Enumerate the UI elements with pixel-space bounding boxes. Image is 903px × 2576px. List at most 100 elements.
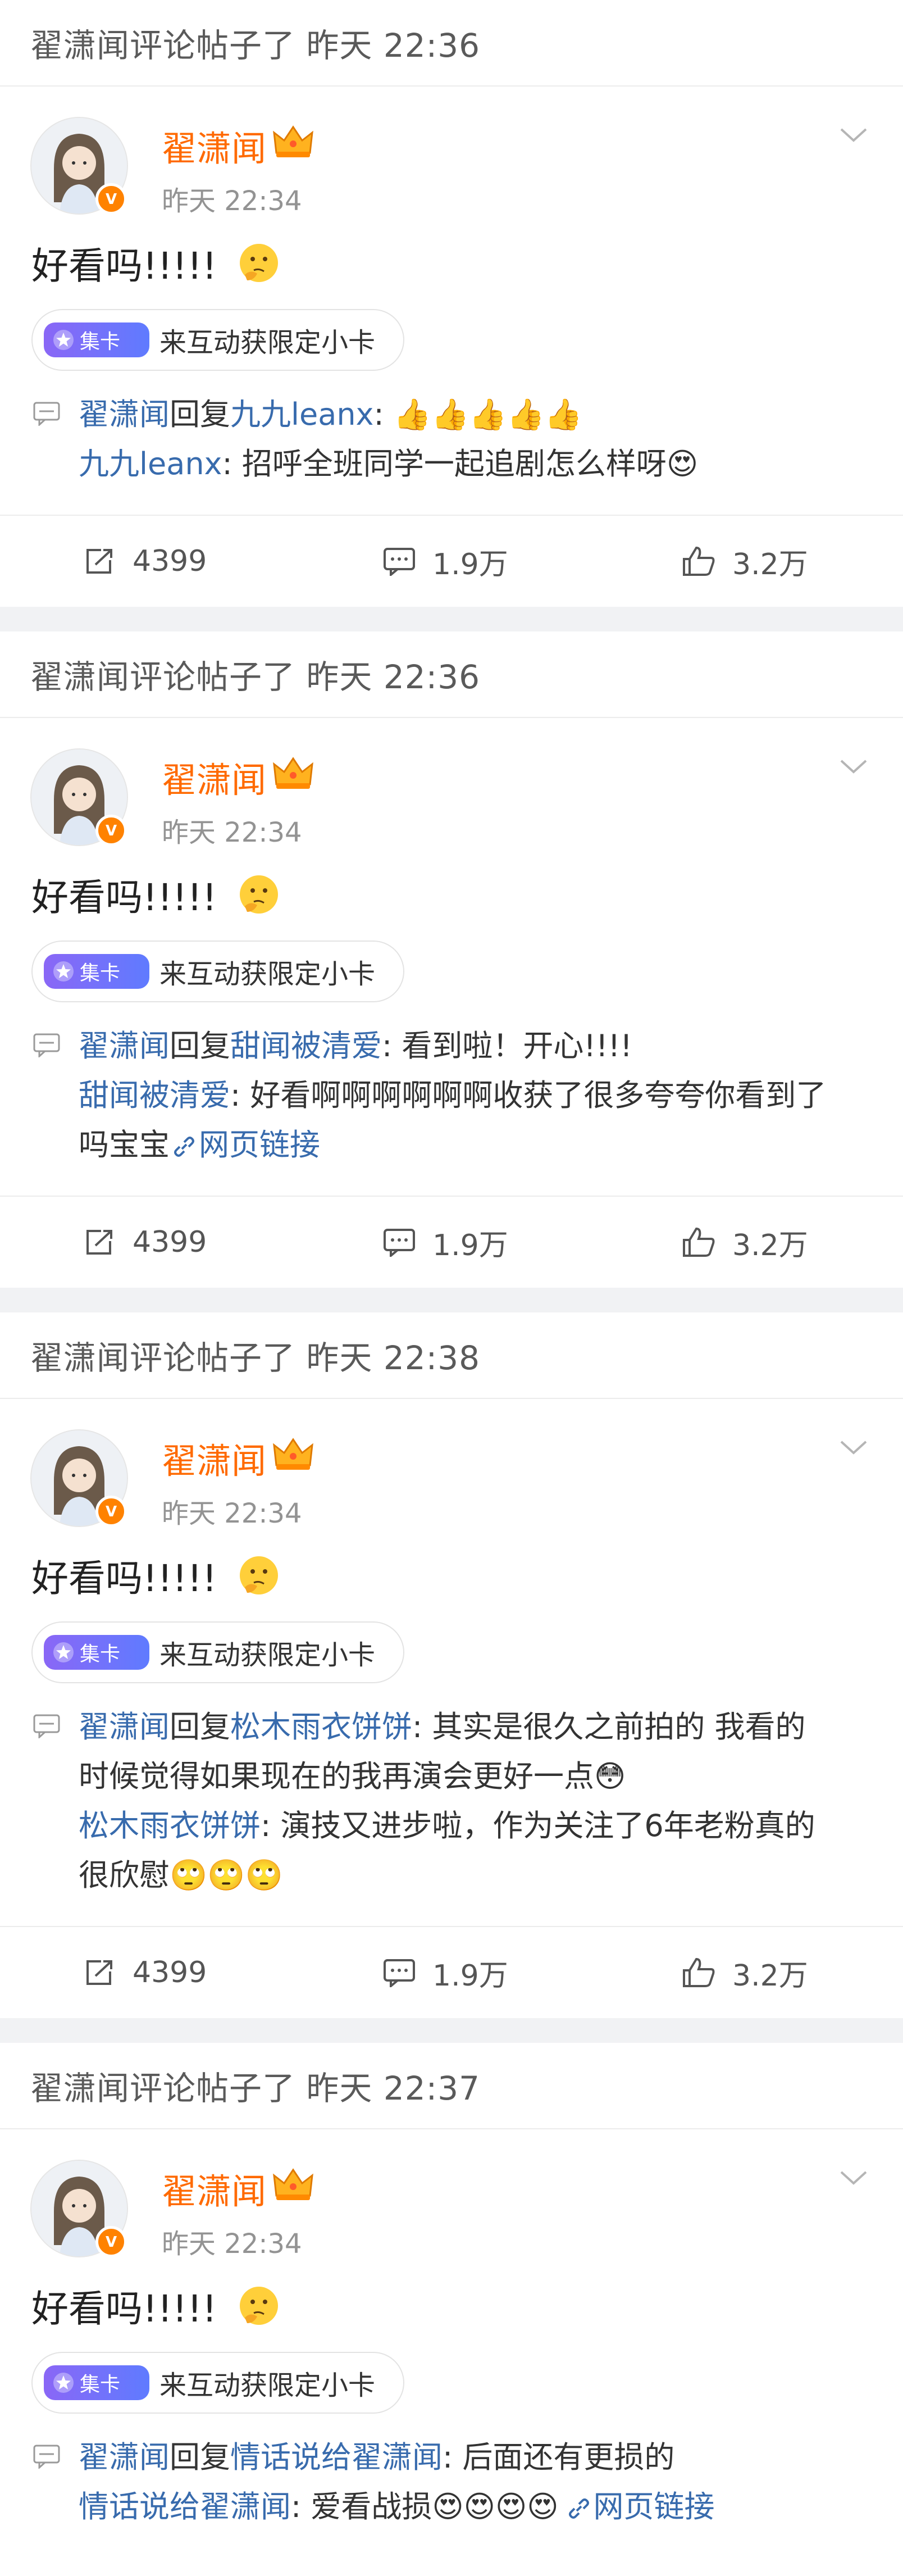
crown-icon	[273, 757, 313, 789]
action-bar: 4399 1.9万 3.2万	[0, 1926, 903, 2018]
repost-button[interactable]: 4399	[84, 1927, 207, 2018]
thumbs-up-icon	[683, 1227, 715, 1257]
original-comment-line-2: 很欣慰🙄🙄🙄	[79, 1851, 881, 1900]
comment-button[interactable]: 1.9万	[383, 1927, 508, 2018]
comment-icon	[384, 1959, 415, 1987]
original-content: : 好看啊啊啊啊啊啊收获了很多夸夸你看到了	[230, 1078, 827, 1113]
action-bar: 4399 1.9万 3.2万	[0, 1196, 903, 1288]
post-time: 昨天 22:34	[162, 185, 302, 217]
original-content: : 招呼全班同学一起追剧怎么样呀😍	[222, 446, 699, 481]
chevron-down-icon[interactable]	[837, 755, 870, 778]
comment-bubble-icon	[33, 402, 60, 426]
user-name[interactable]: 翟潇闻	[162, 120, 266, 171]
post-text-content: 好看吗!!!!!	[31, 876, 217, 919]
like-count: 3.2万	[732, 547, 808, 581]
collect-card-badge: 集卡	[44, 1635, 149, 1670]
original-content-extra: 很欣慰🙄🙄🙄	[79, 1857, 283, 1893]
chip-label: 来互动获限定小卡	[159, 1639, 376, 1671]
post-text: 好看吗!!!!!	[0, 861, 903, 928]
reply-user-link[interactable]: 翟潇闻	[79, 397, 170, 432]
thinking-emoji-icon	[240, 1556, 279, 1594]
post-time: 昨天 22:34	[162, 1498, 302, 1529]
chip-badge-label: 集卡	[80, 330, 121, 353]
reply-target-link[interactable]: 九九leanx	[230, 397, 374, 432]
repost-button[interactable]: 4399	[84, 516, 207, 607]
repost-count: 4399	[133, 544, 207, 578]
web-link[interactable]: 网页链接	[559, 2489, 715, 2524]
original-comment-line: 松木雨衣饼饼: 演技又进步啦，作为关注了6年老粉真的	[79, 1801, 881, 1851]
collect-card-chip[interactable]: 集卡 来互动获限定小卡	[31, 2352, 404, 2414]
user-row: V 翟潇闻 昨天 22:34	[0, 748, 903, 861]
repost-count: 4399	[133, 1225, 207, 1259]
divider	[0, 85, 903, 87]
reply-content: : 其实是很久之前拍的 我看的	[412, 1709, 806, 1744]
comment-card: 翟潇闻评论帖子了 昨天 22:36 V 翟潇闻 昨天 22:34 好看吗!!!!…	[0, 631, 903, 1288]
chevron-down-icon[interactable]	[837, 124, 870, 146]
reply-user-link[interactable]: 翟潇闻	[79, 2439, 170, 2475]
repost-icon	[86, 1960, 112, 1985]
chip-badge-label: 集卡	[80, 962, 121, 985]
repost-button[interactable]: 4399	[84, 1197, 207, 1288]
original-comment-line: 甜闻被清爱: 好看啊啊啊啊啊啊收获了很多夸夸你看到了	[79, 1071, 881, 1120]
reply-target-link[interactable]: 甜闻被清爱	[230, 1028, 382, 1064]
user-name[interactable]: 翟潇闻	[162, 1433, 266, 1483]
divider	[0, 1398, 903, 1399]
collect-card-chip[interactable]: 集卡 来互动获限定小卡	[31, 1621, 404, 1683]
repost-icon	[86, 549, 112, 574]
user-row: V 翟潇闻 昨天 22:34	[0, 117, 903, 229]
feed-separator	[0, 1288, 903, 1312]
verified-badge-icon: V	[95, 183, 127, 215]
chip-label: 来互动获限定小卡	[159, 958, 376, 990]
original-comment-line: 九九leanx: 招呼全班同学一起追剧怎么样呀😍	[79, 439, 881, 489]
comment-icon	[384, 1229, 415, 1257]
thinking-emoji-icon	[240, 875, 279, 914]
svg-text:V: V	[106, 2234, 117, 2251]
verified-badge-icon: V	[95, 815, 127, 846]
like-button[interactable]: 3.2万	[682, 516, 808, 607]
user-name[interactable]: 翟潇闻	[162, 2163, 266, 2214]
reply-target-link[interactable]: 松木雨衣饼饼	[230, 1709, 412, 1744]
web-link-label: 网页链接	[593, 2489, 715, 2524]
like-count: 3.2万	[732, 1228, 808, 1262]
chevron-down-icon[interactable]	[837, 1436, 870, 1459]
original-user-link[interactable]: 情话说给翟潇闻	[79, 2489, 291, 2524]
web-link[interactable]: 网页链接	[170, 1127, 320, 1162]
comment-button[interactable]: 1.9万	[383, 516, 508, 607]
comment-count: 1.9万	[432, 1959, 508, 1993]
original-user-link[interactable]: 九九leanx	[79, 446, 222, 481]
thumbs-up-icon	[683, 1957, 715, 1987]
reply-line: 翟潇闻回复九九leanx: 👍👍👍👍👍	[79, 390, 881, 439]
crown-icon	[273, 125, 313, 157]
collect-card-badge: 集卡	[44, 2365, 149, 2400]
reply-block: 翟潇闻回复松木雨衣饼饼: 其实是很久之前拍的 我看的 时候觉得如果现在的我再演会…	[0, 1702, 903, 1900]
chip-badge-label: 集卡	[80, 1643, 121, 1666]
original-user-link[interactable]: 松木雨衣饼饼	[79, 1808, 261, 1843]
crown-icon	[273, 1438, 313, 1470]
web-link-label: 网页链接	[199, 1127, 320, 1162]
divider	[0, 717, 903, 718]
card-header: 翟潇闻评论帖子了 昨天 22:38	[30, 1339, 481, 1377]
card-header: 翟潇闻评论帖子了 昨天 22:36	[30, 26, 481, 65]
collect-card-badge: 集卡	[44, 954, 149, 989]
user-name[interactable]: 翟潇闻	[162, 752, 266, 802]
reply-target-link[interactable]: 情话说给翟潇闻	[230, 2439, 443, 2475]
verified-badge-icon: V	[95, 2226, 127, 2257]
comment-count: 1.9万	[432, 1228, 508, 1262]
reply-content-continued: 时候觉得如果现在的我再演会更好一点😳	[79, 1759, 626, 1794]
collect-card-chip[interactable]: 集卡 来互动获限定小卡	[31, 309, 404, 371]
reply-block: 翟潇闻回复九九leanx: 👍👍👍👍👍 九九leanx: 招呼全班同学一起追剧怎…	[0, 390, 903, 489]
chevron-down-icon[interactable]	[837, 2166, 870, 2189]
thinking-emoji-icon	[240, 244, 279, 282]
reply-user-link[interactable]: 翟潇闻	[79, 1028, 170, 1064]
reply-user-link[interactable]: 翟潇闻	[79, 1709, 170, 1744]
comment-bubble-icon	[33, 1033, 60, 1057]
like-button[interactable]: 3.2万	[682, 1927, 808, 2018]
original-user-link[interactable]: 甜闻被清爱	[79, 1078, 230, 1113]
collect-card-badge: 集卡	[44, 322, 149, 357]
collect-card-chip[interactable]: 集卡 来互动获限定小卡	[31, 941, 404, 1002]
like-button[interactable]: 3.2万	[682, 1197, 808, 1288]
like-count: 3.2万	[732, 1959, 808, 1993]
link-icon	[568, 2498, 589, 2519]
comment-button[interactable]: 1.9万	[383, 1197, 508, 1288]
reply-word: 回复	[170, 2439, 230, 2475]
